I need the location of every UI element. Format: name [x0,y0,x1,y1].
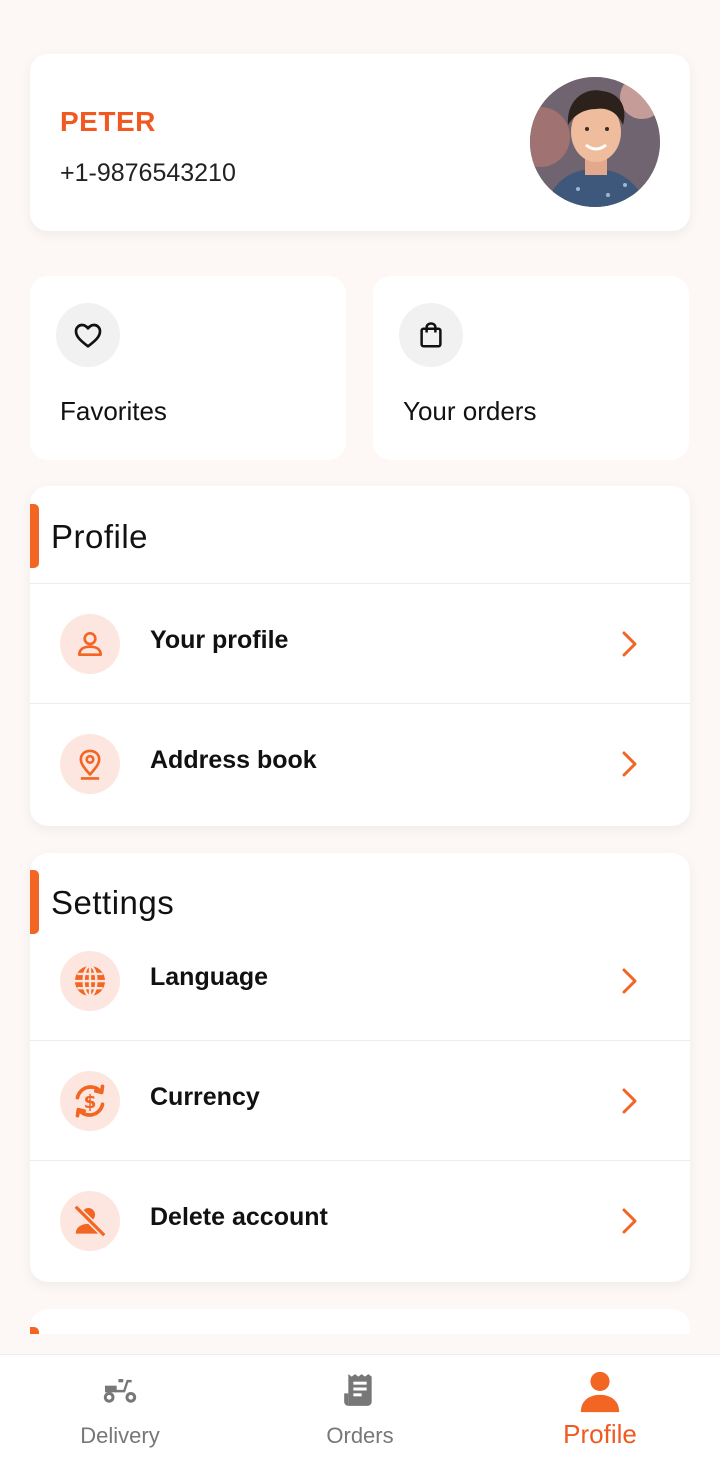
nav-profile-label: Profile [563,1419,637,1449]
your-orders-tile[interactable]: Your orders [373,276,689,460]
user-phone: +1-9876543210 [60,159,236,187]
chevron-right-icon [622,968,637,994]
chevron-right-icon [622,631,637,657]
next-section-card [30,1309,690,1334]
your-profile-label: Your profile [150,626,289,654]
section-title-settings: Settings [51,884,175,921]
settings-section: Settings Language $ Currency Delete acco… [30,853,690,1282]
favorites-tile[interactable]: Favorites [30,276,346,460]
delete-account-row[interactable]: Delete account [30,1160,690,1280]
nav-delivery-label: Delivery [80,1423,160,1448]
nav-profile[interactable]: Profile [480,1355,720,1464]
favorites-label: Favorites [60,396,167,426]
currency-row[interactable]: $ Currency [30,1040,690,1160]
section-title-profile: Profile [51,518,149,555]
location-pin-icon [60,734,120,794]
person-icon [60,614,120,674]
chevron-right-icon [622,751,637,777]
user-name: PETER [60,106,156,137]
address-book-label: Address book [150,746,317,774]
chevron-right-icon [622,1208,637,1234]
nav-orders-label: Orders [326,1423,394,1448]
avatar[interactable] [530,77,660,207]
currency-exchange-icon: $ [60,1071,120,1131]
scooter-icon [103,1379,137,1403]
heart-icon [56,303,120,367]
globe-icon [60,951,120,1011]
bottom-nav: Delivery Orders Profile [0,1354,720,1464]
shopping-bag-icon [399,303,463,367]
delete-account-label: Delete account [150,1203,328,1231]
your-profile-row[interactable]: Your profile [30,583,690,703]
currency-label: Currency [150,1083,260,1111]
user-card: PETER +1-9876543210 [30,54,690,231]
profile-section: Profile Your profile Address book [30,486,690,826]
scroll-area[interactable]: PETER +1-9876543210 Favorites Your order… [0,0,720,1334]
person-off-icon [60,1191,120,1251]
your-orders-label: Your orders [403,396,537,426]
section-accent-bar [30,1327,39,1334]
language-label: Language [150,963,269,991]
address-book-row[interactable]: Address book [30,703,690,823]
nav-delivery[interactable]: Delivery [0,1355,240,1464]
person-icon [580,1371,620,1413]
receipt-icon [344,1374,372,1406]
svg-text:$: $ [84,1092,97,1113]
chevron-right-icon [622,1088,637,1114]
nav-orders[interactable]: Orders [240,1355,480,1464]
section-accent-bar [30,504,39,568]
language-row[interactable]: Language [30,921,690,1041]
